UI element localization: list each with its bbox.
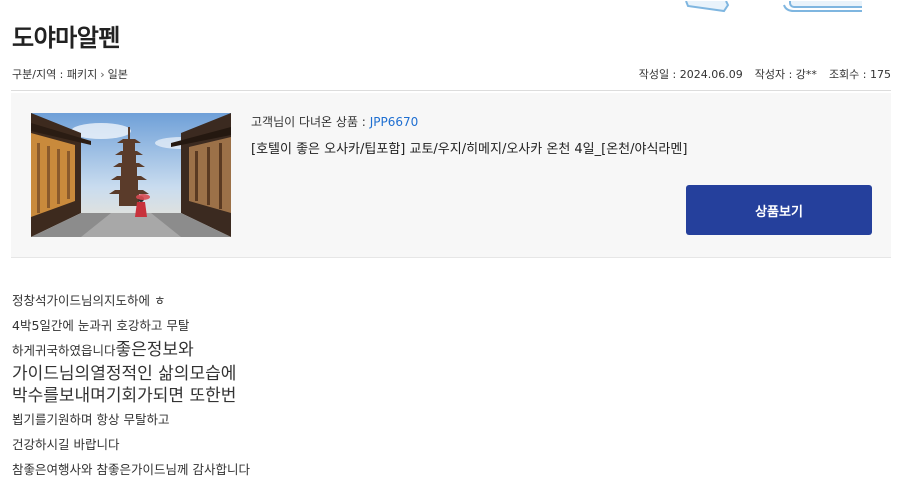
product-name[interactable]: [호텔이 좋은 오사카/팁포함] 교토/우지/히메지/오사카 온천 4일_[온천… (251, 138, 871, 157)
product-thumbnail[interactable] (31, 113, 231, 237)
breadcrumb-category: 구분/지역 : 패키지 (12, 68, 98, 81)
post-meta-row: 구분/지역 : 패키지 › 일본 작성일 : 2024.06.09 작성자 : … (12, 66, 891, 82)
post-views: 조회수 : 175 (828, 68, 891, 81)
product-code-label: 고객님이 다녀온 상품 : (251, 115, 366, 129)
view-product-button[interactable]: 상품보기 (686, 185, 872, 235)
review-line: 박수를보내며기회가되면 또한번 (12, 386, 237, 406)
post-info: 작성일 : 2024.06.09 작성자 : 강** 조회수 : 175 (639, 66, 891, 82)
chevron-right-icon: › (100, 67, 105, 81)
review-content: 정창석가이드님의지도하에 ㅎ 4박5일간에 눈과귀 호강하고 무탈 하게귀국하였… (12, 288, 890, 482)
product-code[interactable]: JPP6670 (370, 115, 419, 129)
review-line-group: 하게귀국하였읍니다좋은정보와 (12, 338, 890, 363)
review-line: 건강하시길 바랍니다 (12, 437, 120, 452)
review-line: 뵙기를기원하며 항상 무탈하고 (12, 412, 170, 427)
breadcrumb-region[interactable]: 일본 (108, 66, 128, 82)
review-line: 하게귀국하였읍니다 (12, 343, 116, 358)
post-date: 작성일 : 2024.06.09 (638, 68, 743, 81)
product-code-line: 고객님이 다녀온 상품 : JPP6670 (251, 113, 871, 130)
breadcrumb: 구분/지역 : 패키지 › 일본 (12, 66, 128, 82)
review-line: 가이드님의열정적인 삶의모습에 (12, 364, 237, 384)
header-divider (11, 90, 891, 91)
header-illustration (662, 0, 862, 14)
page-title: 도야마알펜 (12, 24, 120, 52)
review-line: 좋은정보와 (115, 340, 194, 360)
review-line: 참좋은여행사와 참좋은가이드님께 감사합니다 (12, 462, 250, 477)
product-info: 고객님이 다녀온 상품 : JPP6670 [호텔이 좋은 오사카/팁포함] 교… (251, 113, 871, 157)
post-author: 작성자 : 강** (754, 68, 817, 81)
product-card: 고객님이 다녀온 상품 : JPP6670 [호텔이 좋은 오사카/팁포함] 교… (11, 93, 891, 258)
review-line: 4박5일간에 눈과귀 호강하고 무탈 (12, 318, 190, 333)
review-line: 정창석가이드님의지도하에 ㅎ (12, 293, 166, 308)
